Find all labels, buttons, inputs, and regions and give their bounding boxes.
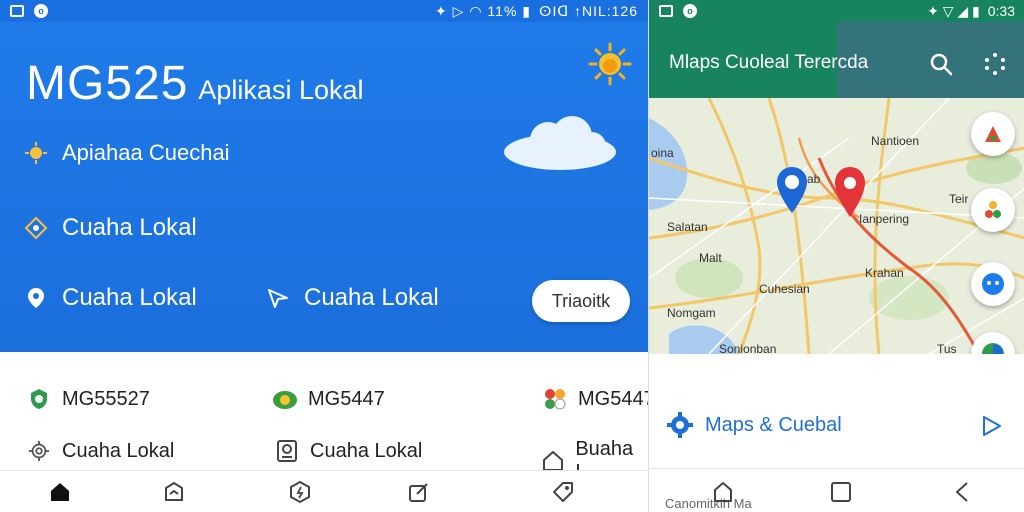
grid-item-label: MG55527 xyxy=(62,387,150,410)
map-label: Sonionban xyxy=(719,342,777,354)
hero-row-4-label: Cuaha Lokal xyxy=(304,284,439,311)
gear-icon xyxy=(26,438,52,464)
map-label: Salatan xyxy=(667,220,708,234)
hero-row-3-label: Cuaha Lokal xyxy=(62,284,197,311)
assistant-fab[interactable] xyxy=(971,262,1015,306)
status-bar: o ✦ ▽ ◢ ▮ 0:33 xyxy=(649,0,1024,22)
hero-action-button[interactable]: Triaoitk xyxy=(532,280,630,322)
shield-icon xyxy=(26,386,52,412)
status-bar: o ✦ ▷ ◠ 11% ▮ ⵙIᗡ ↑NIL:126 xyxy=(0,0,648,22)
hero-row-2-label: Cuaha Lokal xyxy=(62,214,197,241)
navigation-icon xyxy=(266,286,290,310)
grid-item[interactable]: Cuaha Lokal xyxy=(274,438,422,464)
red-map-pin-icon[interactable] xyxy=(833,166,867,218)
cloud-icon xyxy=(504,116,616,170)
status-icons: ✦ ▷ ◠ 11% ▮ xyxy=(435,2,532,19)
system-navigation-bar: Canomitkih Ma xyxy=(649,470,1024,512)
sun-icon xyxy=(588,42,632,86)
pinwheel-icon xyxy=(542,386,568,412)
chat-bubble-icon xyxy=(982,273,1004,295)
bottom-navigation xyxy=(0,470,648,512)
hero-row-2[interactable]: Cuaha Lokal xyxy=(24,214,197,242)
weather-app-panel: o ✦ ▷ ◠ 11% ▮ ⵙIᗡ ↑NIL:126 MG525 Aplikas… xyxy=(0,0,655,512)
alert-icon xyxy=(290,480,310,504)
status-icons: ✦ ▽ ◢ ▮ xyxy=(927,2,980,19)
grid-item-label: MG5447 xyxy=(308,387,385,410)
nav-explore-button[interactable] xyxy=(161,479,187,505)
hero-row-1-label: Apiahaa Cuechai xyxy=(62,140,230,165)
back-icon[interactable] xyxy=(951,480,975,504)
map-label: Cuhesian xyxy=(759,282,810,296)
app-name: MG525 xyxy=(26,57,189,110)
map-view[interactable]: oina Sab Nantioen Teir Salatan Ianpering… xyxy=(649,98,1024,354)
home-filled-icon xyxy=(51,483,69,501)
location-badge-icon xyxy=(24,216,48,240)
grid-item-label: MG5447 xyxy=(578,387,655,410)
notification-icon: o xyxy=(683,4,697,18)
storage-icon xyxy=(274,438,300,464)
nav-alerts-button[interactable] xyxy=(287,479,313,505)
gallery-icon xyxy=(10,5,24,17)
nav-edit-button[interactable] xyxy=(406,479,432,505)
map-label: Tus xyxy=(937,342,957,354)
home-outline-icon[interactable] xyxy=(711,480,735,504)
grid-item-label: Cuaha Lokal xyxy=(62,439,175,462)
maps-app-panel: o ✦ ▽ ◢ ▮ 0:33 Mlaps Cuoleal Terercda oi… xyxy=(648,0,1024,512)
map-label: oina xyxy=(651,146,674,160)
hero-banner: MG525 Aplikasi Lokal Apiahaa Cuechai Cua… xyxy=(0,22,648,352)
grid-item[interactable]: MG5447 xyxy=(272,386,385,412)
location-pin-icon xyxy=(24,286,48,310)
screen: o ✦ ▷ ◠ 11% ▮ ⵙIᗡ ↑NIL:126 MG525 Aplikas… xyxy=(0,0,1024,512)
explore-icon xyxy=(165,481,183,501)
grid-item[interactable]: MG55527 xyxy=(26,386,150,412)
blue-map-pin-icon[interactable] xyxy=(775,166,809,214)
directions-icon xyxy=(982,343,1004,354)
hero-row-4[interactable]: Cuaha Lokal xyxy=(266,284,439,312)
divider xyxy=(649,468,1024,469)
search-icon[interactable] xyxy=(929,52,953,76)
layers-icon xyxy=(985,201,1001,218)
maps-action-row[interactable]: Maps & Cuebal xyxy=(649,402,1024,450)
map-label: Teir xyxy=(949,192,969,206)
map-label: Nomgam xyxy=(667,306,716,320)
nav-home-button[interactable] xyxy=(47,479,73,505)
shortcut-grid: MG55527 MG5447 MG5447 Cuaha Lokal Cuaha … xyxy=(0,352,655,483)
play-arrow-icon[interactable] xyxy=(979,414,1003,438)
nav-tag-button[interactable] xyxy=(550,479,576,505)
app-bar-title: Mlaps Cuoleal Terercda xyxy=(669,52,869,73)
grid-item-label: Cuaha Lokal xyxy=(310,439,423,462)
map-label: Krahan xyxy=(865,266,904,280)
maps-logo-icon xyxy=(985,126,1001,142)
more-options-icon[interactable] xyxy=(983,52,1007,76)
maps-action-label: Maps & Cuebal xyxy=(705,414,842,436)
app-subtitle: Aplikasi Lokal xyxy=(198,75,364,105)
weather-sun-icon xyxy=(24,141,48,165)
hero-row-1[interactable]: Apiahaa Cuechai xyxy=(24,140,230,166)
map-label: Malt xyxy=(699,251,722,265)
edit-icon xyxy=(409,483,428,502)
status-right-text: ⵙIᗡ ↑NIL:126 xyxy=(539,2,638,19)
maps-logo-fab[interactable] xyxy=(971,112,1015,156)
nav-caption: Canomitkih Ma xyxy=(665,496,752,511)
gallery-icon xyxy=(659,5,673,17)
hero-row-3[interactable]: Cuaha Lokal xyxy=(24,284,197,312)
notification-icon: o xyxy=(34,4,48,18)
cloud-weather-icon xyxy=(272,386,298,412)
app-bar: Mlaps Cuoleal Terercda xyxy=(649,22,1024,98)
tag-icon xyxy=(553,482,573,502)
app-title: MG525 Aplikasi Lokal xyxy=(26,56,364,111)
grid-item[interactable]: Cuaha Lokal xyxy=(26,438,174,464)
map-label: Nantioen xyxy=(871,134,920,148)
status-time: 0:33 xyxy=(987,3,1015,19)
grid-item[interactable]: MG5447 xyxy=(542,386,655,412)
layers-fab[interactable] xyxy=(971,188,1015,232)
gear-icon xyxy=(667,412,693,438)
recent-apps-icon[interactable] xyxy=(829,480,853,504)
